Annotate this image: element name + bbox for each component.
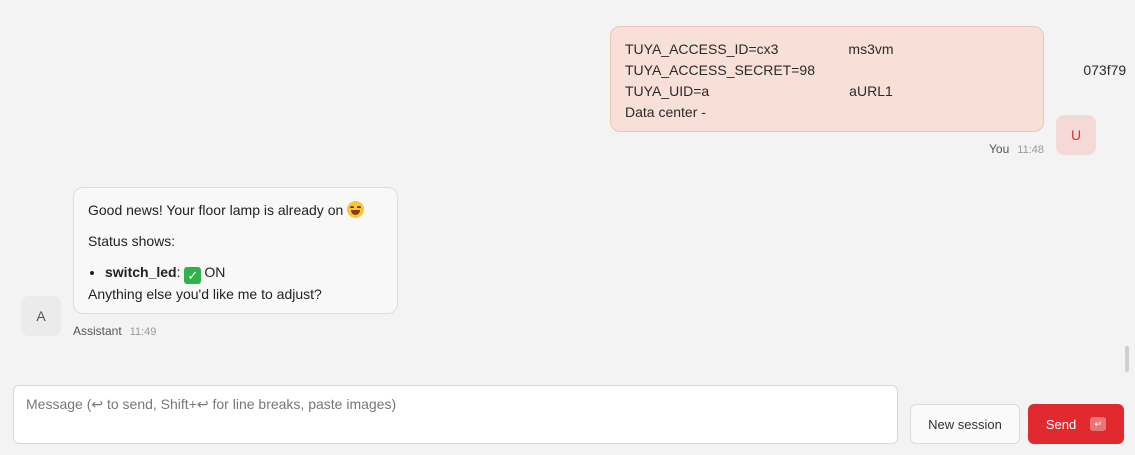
enter-key-icon: ↵ (1090, 417, 1107, 431)
status-key: switch_led (105, 264, 177, 280)
assistant-message-meta: Assistant 11:49 (73, 324, 156, 338)
user-message-bubble: TUYA_ACCESS_ID=cx3 ms3vm TUYA_ACCESS_SEC… (610, 26, 1127, 132)
assistant-avatar: A (21, 296, 61, 336)
send-button-label: Send (1045, 416, 1077, 432)
list-item: switch_led: ✓ON (105, 262, 383, 284)
new-session-button[interactable]: New session (910, 404, 1020, 444)
message-input[interactable] (13, 385, 898, 444)
user-message-meta: You 11:48 (989, 142, 1044, 156)
status-separator: : (176, 264, 185, 280)
user-message-line: TUYA_UID=a aURL1 (625, 83, 893, 99)
scrollbar-thumb[interactable] (1125, 346, 1129, 372)
user-message-time: 11:48 (1017, 144, 1044, 156)
tears-of-joy-emoji-icon (347, 201, 365, 218)
assistant-message-bubble: Good news! Your floor lamp is already on… (73, 187, 398, 314)
chat-page: TUYA_ACCESS_ID=cx3 ms3vm TUYA_ACCESS_SEC… (0, 0, 1135, 455)
assistant-message-time: 11:49 (129, 326, 157, 338)
assistant-follow-up: Anything else you'd like me to adjust? (88, 286, 322, 302)
user-message-line: Data center - (625, 104, 706, 120)
assistant-greeting-text: Good news! Your floor lamp is already on (88, 202, 348, 218)
user-message-line: TUYA_ACCESS_SECRET=98 073f79 (625, 62, 1127, 78)
user-message-line: TUYA_ACCESS_ID=cx3 ms3vm (625, 41, 894, 57)
user-avatar: U (1056, 115, 1096, 155)
assistant-sender-name: Assistant (73, 324, 122, 338)
status-list: switch_led: ✓ON (88, 262, 383, 284)
assistant-status-heading: Status shows: (88, 233, 176, 249)
check-mark-icon: ✓ (184, 267, 202, 284)
assistant-greeting: Good news! Your floor lamp is already on (88, 200, 383, 221)
status-value: ON (204, 264, 226, 280)
user-sender-name: You (989, 142, 1010, 156)
send-button[interactable]: Send ↵ (1028, 404, 1124, 444)
